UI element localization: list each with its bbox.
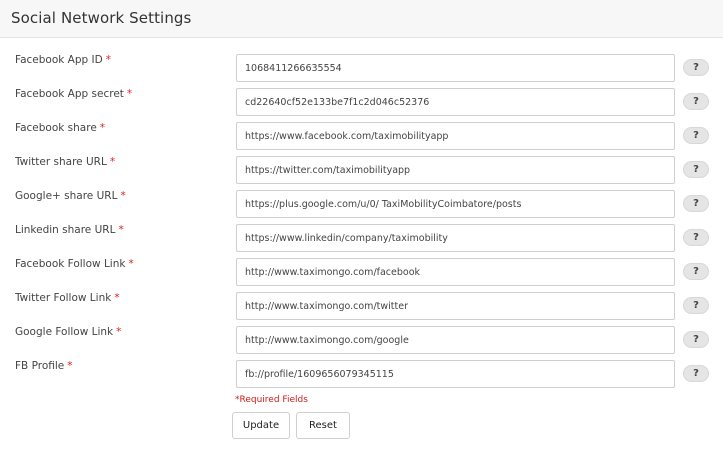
- required-star: *: [109, 156, 116, 168]
- required-star: *: [128, 258, 134, 270]
- required-star: *: [67, 360, 73, 372]
- help-button[interactable]: ?: [683, 161, 709, 178]
- required-star: *: [118, 224, 124, 236]
- field-label: Facebook App secret *: [15, 88, 133, 100]
- page-header: Social Network Settings: [0, 0, 723, 38]
- help-button[interactable]: ?: [683, 229, 709, 246]
- page-title: Social Network Settings: [11, 9, 192, 27]
- help-button[interactable]: ?: [683, 195, 709, 212]
- help-button[interactable]: ?: [683, 127, 709, 144]
- help-button[interactable]: ?: [683, 93, 709, 110]
- linkedin-share-url-input[interactable]: [236, 224, 675, 252]
- field-label: FB Profile *: [15, 360, 73, 372]
- fb-profile-input[interactable]: [236, 360, 675, 388]
- form-row-fb-profile: FB Profile* ?: [0, 360, 723, 388]
- form-row-twitter-follow-link: Twitter Follow Link* ?: [0, 292, 723, 320]
- form-row-facebook-app-secret: Facebook App secret* ?: [0, 88, 723, 116]
- form-row-facebook-follow-link: Facebook Follow Link* ?: [0, 258, 723, 286]
- required-star: *: [116, 326, 122, 338]
- form-row-google-follow-link: Google Follow Link* ?: [0, 326, 723, 354]
- update-button[interactable]: Update: [232, 412, 290, 439]
- field-label: Facebook App ID *: [15, 54, 111, 66]
- form-row-facebook-share: Facebook share* ?: [0, 122, 723, 150]
- required-star: *: [120, 190, 126, 202]
- field-label: Twitter Follow Link *: [15, 292, 120, 304]
- help-button[interactable]: ?: [683, 365, 709, 382]
- google-follow-link-input[interactable]: [236, 326, 675, 354]
- field-label: Twitter share URL *: [15, 156, 116, 168]
- required-fields-note: *Required Fields: [235, 395, 308, 405]
- field-label: Google Follow Link *: [15, 326, 122, 338]
- required-star: *: [126, 88, 133, 100]
- field-label: Linkedin share URL *: [15, 224, 124, 236]
- required-star: *: [99, 122, 106, 134]
- facebook-share-input[interactable]: [236, 122, 675, 150]
- twitter-share-url-input[interactable]: [236, 156, 675, 184]
- facebook-app-id-input[interactable]: [236, 54, 675, 82]
- google-plus-share-url-input[interactable]: [236, 190, 675, 218]
- required-star: *: [114, 292, 120, 304]
- help-button[interactable]: ?: [683, 331, 709, 348]
- field-label: Google+ share URL *: [15, 190, 126, 202]
- form-row-linkedin-share-url: Linkedin share URL* ?: [0, 224, 723, 252]
- field-label: Facebook Follow Link *: [15, 258, 134, 270]
- twitter-follow-link-input[interactable]: [236, 292, 675, 320]
- help-button[interactable]: ?: [683, 263, 709, 280]
- field-label: Facebook share *: [15, 122, 106, 134]
- form-row-google-plus-share-url: Google+ share URL* ?: [0, 190, 723, 218]
- reset-button[interactable]: Reset: [296, 412, 350, 439]
- help-button[interactable]: ?: [683, 297, 709, 314]
- help-button[interactable]: ?: [683, 59, 709, 76]
- required-star: *: [105, 54, 111, 66]
- facebook-follow-link-input[interactable]: [236, 258, 675, 286]
- form-row-facebook-app-id: Facebook App ID* ?: [0, 54, 723, 82]
- facebook-app-secret-input[interactable]: [236, 88, 675, 116]
- form-row-twitter-share-url: Twitter share URL* ?: [0, 156, 723, 184]
